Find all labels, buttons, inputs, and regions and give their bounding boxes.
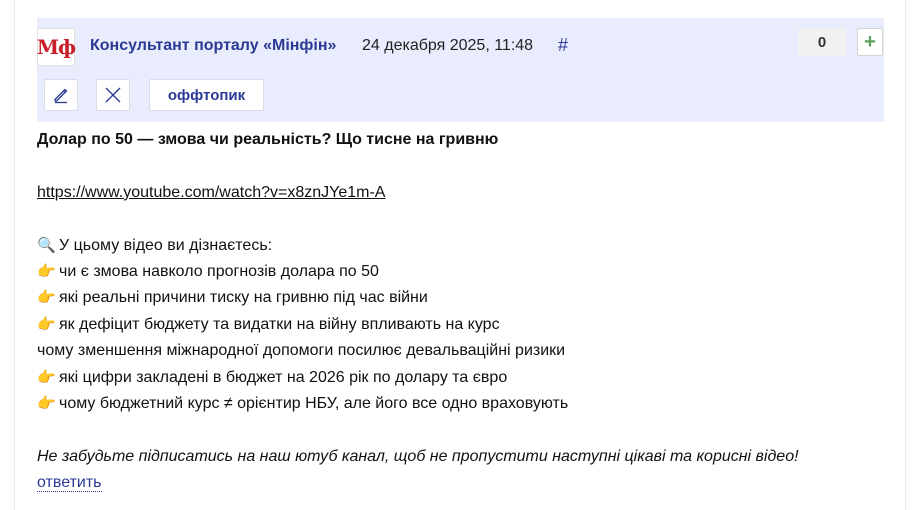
plus-icon: + <box>864 30 876 53</box>
post-date: 24 декабря 2025, 11:48 <box>362 37 534 54</box>
list-item: 👉 чому бюджетний курс ≠ орієнтир НБУ, але… <box>37 391 877 417</box>
reply-link[interactable]: ответить <box>37 474 102 493</box>
pointing-hand-icon: 👉 <box>37 395 56 413</box>
pointing-hand-icon: 👉 <box>37 315 56 333</box>
pointing-hand-icon: 👉 <box>37 289 56 307</box>
magnifier-icon: 🔍 <box>37 236 56 254</box>
edit-button[interactable] <box>44 79 78 111</box>
vote-score: 0 <box>798 28 846 56</box>
subscribe-note: Не забудьте підписатись на наш ютуб кана… <box>37 447 799 465</box>
list-item-text: чому бюджетний курс ≠ орієнтир НБУ, але … <box>59 395 569 413</box>
list-item-text: як дефіцит бюджету та видатки на війну в… <box>59 315 500 333</box>
list-item-text: які цифри закладені в бюджет на 2026 рік… <box>59 368 508 386</box>
upvote-button[interactable]: + <box>857 28 883 56</box>
list-item-text: чи є змова навколо прогнозів долара по 5… <box>59 263 379 280</box>
youtube-link[interactable]: https://www.youtube.com/watch?v=x8znJYe1… <box>37 184 385 201</box>
list-item: 👉 чи є змова навколо прогнозів долара по … <box>37 259 877 285</box>
author-link[interactable]: Консультант порталу «Мінфін» <box>90 37 336 55</box>
intro-line: 🔍 У цьому відео ви дізнаєтесь: <box>37 233 877 259</box>
delete-button[interactable] <box>96 79 130 111</box>
permalink-hash[interactable]: # <box>558 35 568 56</box>
pointing-hand-icon: 👉 <box>37 368 56 386</box>
list-item: 👉 які цифри закладені в бюджет на 2026 рі… <box>37 365 877 391</box>
list-item-text: які реальні причини тиску на гривню під … <box>59 289 428 307</box>
plain-line: чому зменшення міжнародної допомоги поси… <box>37 342 566 360</box>
forum-post: Мф Консультант порталу «Мінфін» 24 декаб… <box>15 18 899 493</box>
post-header: Мф Консультант порталу «Мінфін» 24 декаб… <box>37 18 884 122</box>
pointing-hand-icon: 👉 <box>37 263 56 280</box>
list-item: 👉 які реальні причини тиску на гривню під… <box>37 285 877 311</box>
avatar[interactable]: Мф <box>37 28 76 66</box>
page-frame: Мф Консультант порталу «Мінфін» 24 декаб… <box>14 0 906 510</box>
list-item: 👉 як дефіцит бюджету та видатки на війну … <box>37 312 877 338</box>
post-body: Долар по 50 — змова чи реальність? Що ти… <box>37 127 877 497</box>
pencil-icon <box>54 88 68 104</box>
intro-text: У цьому відео ви дізнаєтесь: <box>59 236 273 254</box>
close-icon <box>105 87 121 103</box>
offtopic-tag-button[interactable]: оффтопик <box>149 79 264 111</box>
post-title: Долар по 50 — змова чи реальність? Що ти… <box>37 131 499 148</box>
